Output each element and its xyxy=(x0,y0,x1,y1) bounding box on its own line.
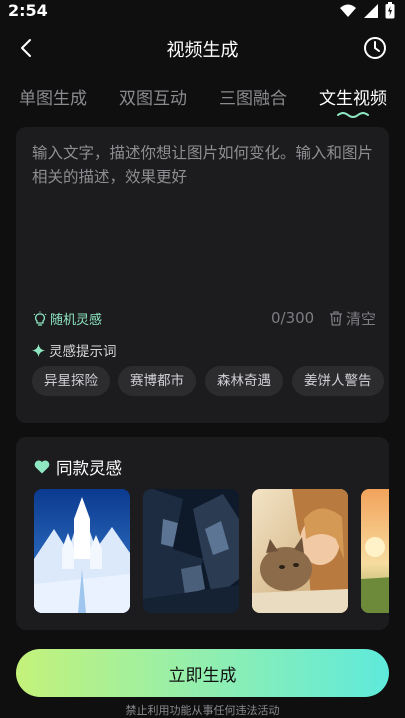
heart-icon xyxy=(34,460,50,474)
mode-tabs: 单图生成 双图互动 三图融合 文生视频 xyxy=(0,84,405,124)
hint-chips: 异星探险 赛博都市 森林奇遇 姜饼人警告 xyxy=(32,366,384,398)
prompt-panel: 输入文字，描述你想让图片如何变化。输入和图片相关的描述，效果更好 随机灵感 0/… xyxy=(16,127,389,423)
disclaimer-text: 禁止利用功能从事任何违法活动 xyxy=(125,704,280,717)
status-icons xyxy=(339,2,395,19)
ice-castle-image xyxy=(34,489,130,613)
girl-with-cat-image xyxy=(252,489,348,613)
random-inspiration-label: 随机灵感 xyxy=(50,313,103,328)
status-time: 2:54 xyxy=(8,1,48,20)
sparkle-icon xyxy=(32,343,45,357)
tab-dual-image[interactable]: 双图互动 xyxy=(119,84,187,109)
thumbnail-sunset-field[interactable] xyxy=(361,489,389,613)
clear-label: 清空 xyxy=(346,310,377,328)
inspiration-title-label: 同款灵感 xyxy=(56,459,122,478)
chip-cyber-city[interactable]: 赛博都市 xyxy=(118,366,196,396)
hint-words-title: 灵感提示词 xyxy=(32,340,117,360)
battery-icon xyxy=(385,2,395,19)
chip-forest-adventure[interactable]: 森林奇遇 xyxy=(205,366,283,396)
sunset-field-image xyxy=(361,489,389,613)
header: 视频生成 xyxy=(0,28,405,68)
generate-button[interactable]: 立即生成 xyxy=(16,649,389,697)
char-counter: 0/300 xyxy=(271,309,315,327)
page-title: 视频生成 xyxy=(166,40,239,61)
thumbnail-ice-castle[interactable] xyxy=(34,489,130,613)
tab-text-to-video[interactable]: 文生视频 xyxy=(319,84,387,109)
active-tab-indicator xyxy=(337,112,369,118)
status-bar: 2:54 xyxy=(0,0,405,24)
random-inspiration-button[interactable]: 随机灵感 xyxy=(32,309,102,328)
tab-single-image[interactable]: 单图生成 xyxy=(19,84,87,109)
inspiration-panel: 同款灵感 xyxy=(16,437,389,630)
thumbnail-cyber-robot[interactable] xyxy=(143,489,239,613)
chip-alien-adventure[interactable]: 异星探险 xyxy=(32,366,110,396)
trash-icon xyxy=(330,311,342,326)
prompt-textarea[interactable]: 输入文字，描述你想让图片如何变化。输入和图片相关的描述，效果更好 xyxy=(32,141,377,189)
thumbnail-girl-with-cat[interactable] xyxy=(252,489,348,613)
hint-title-label: 灵感提示词 xyxy=(49,344,117,360)
chip-gingerbread-warning[interactable]: 姜饼人警告 xyxy=(292,366,384,396)
lightbulb-icon xyxy=(33,311,47,326)
clear-button[interactable]: 清空 xyxy=(329,308,376,329)
inspiration-title: 同款灵感 xyxy=(34,455,122,479)
signal-icon xyxy=(364,3,378,18)
wifi-icon xyxy=(340,4,356,17)
cyber-robot-image xyxy=(143,489,239,613)
history-button[interactable] xyxy=(361,34,389,62)
generate-label: 立即生成 xyxy=(168,665,237,686)
clock-icon xyxy=(364,37,386,59)
tab-triple-image[interactable]: 三图融合 xyxy=(219,84,287,109)
